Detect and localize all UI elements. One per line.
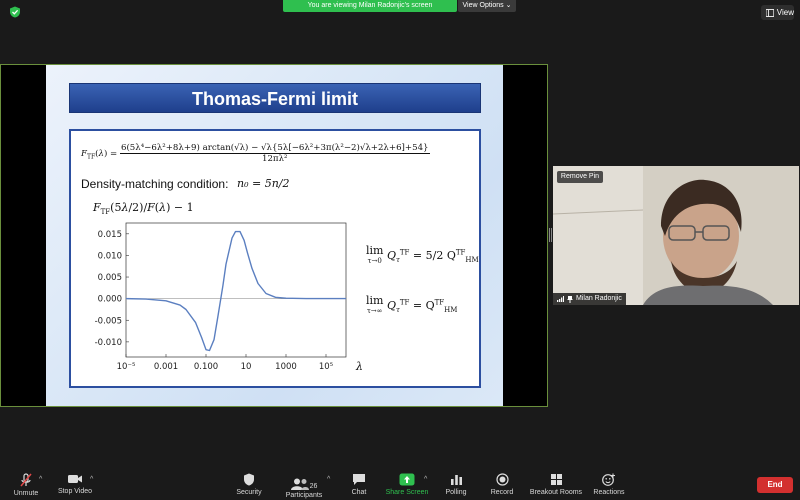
shield-check-icon[interactable] (9, 6, 21, 18)
breakout-rooms-label: Breakout Rooms (529, 489, 583, 496)
screen-share-banner: You are viewing Milan Radonjic's screen (283, 0, 457, 12)
x-tick-label: 10⁵ (319, 362, 333, 372)
video-camera-icon (68, 475, 82, 483)
y-tick-label: 0.010 (98, 251, 122, 261)
participants-caret-icon[interactable]: ^ (327, 476, 330, 483)
stop-video-label: Stop Video (57, 488, 93, 495)
participant-name-tag: Milan Radonjic (553, 293, 626, 305)
x-tick-label: 10 (241, 362, 252, 372)
participants-button[interactable]: 26 Participants (282, 468, 326, 500)
y-tick-label: -0.010 (95, 338, 122, 348)
pin-icon (567, 295, 573, 303)
unmute-label: Unmute (13, 490, 39, 497)
participants-count: 26 (309, 483, 318, 490)
security-button[interactable]: Security (232, 468, 266, 500)
reactions-label: Reactions (593, 489, 625, 496)
polling-label: Polling (445, 489, 467, 496)
security-shield-icon (244, 473, 254, 486)
meeting-toolbar: Unmute ^ Stop Video ^ Security 26 Partic… (0, 468, 800, 500)
breakout-rooms-icon (550, 474, 562, 485)
unmute-button[interactable]: Unmute (8, 468, 44, 500)
x-tick-label: 0.001 (154, 362, 178, 372)
security-label: Security (236, 489, 262, 496)
record-button[interactable]: Record (488, 468, 516, 500)
audio-options-caret-icon[interactable]: ^ (39, 476, 42, 483)
limit-tau-to-infinity: lim τ→∞ QτTF = QTFHM (366, 294, 458, 315)
x-tick-label: 0.100 (194, 362, 218, 372)
limit-tau-to-zero: lim τ→0 QτTF = 5/2 QTFHM (366, 244, 479, 265)
remove-pin-button[interactable]: Remove Pin (557, 171, 603, 183)
x-axis-label: λ (355, 360, 363, 373)
record-icon (495, 473, 509, 486)
signal-bars-icon (557, 296, 564, 302)
slide-title: Thomas-Fermi limit (191, 89, 359, 109)
chat-button[interactable]: Chat (346, 468, 372, 500)
series-line (125, 230, 346, 352)
x-tick-label: 10⁻⁵ (117, 362, 136, 372)
split-view-handle[interactable] (549, 228, 552, 242)
plot-frame (125, 222, 347, 358)
chat-label: Chat (351, 489, 367, 496)
record-label: Record (490, 489, 514, 496)
y-tick-label: -0.005 (95, 316, 122, 326)
polling-button[interactable]: Polling (442, 468, 470, 500)
chevron-down-icon: ⌄ (505, 2, 512, 9)
view-options-label: View Options (462, 2, 504, 9)
share-options-caret-icon[interactable]: ^ (424, 476, 427, 483)
view-options-button[interactable]: View Options ⌄ (458, 0, 516, 12)
slide-title-bar: Thomas-Fermi limit (69, 83, 481, 113)
share-screen-icon (399, 473, 415, 486)
presentation-slide: Thomas-Fermi limit FTF(λ) = 6(5λ⁴−6λ²+8λ… (46, 65, 503, 406)
slide-content-box: FTF(λ) = 6(5λ⁴−6λ²+8λ+9) arctan(√λ) − √λ… (69, 129, 481, 388)
participants-label: Participants (285, 492, 323, 499)
share-screen-label: Share Screen (385, 489, 429, 496)
microphone-muted-icon (20, 473, 32, 487)
participant-name: Milan Radonjic (576, 295, 622, 302)
y-tick-label: 0.015 (98, 230, 122, 240)
video-options-caret-icon[interactable]: ^ (90, 476, 93, 483)
participant-video[interactable]: Remove Pin Milan Radonjic (553, 166, 799, 305)
end-meeting-button[interactable]: End (757, 477, 793, 493)
shared-screen: Thomas-Fermi limit FTF(λ) = 6(5λ⁴−6λ²+8λ… (0, 64, 548, 407)
share-screen-button[interactable]: Share Screen (384, 468, 430, 500)
polling-chart-icon (450, 475, 462, 485)
reactions-button[interactable]: Reactions (592, 468, 626, 500)
view-button[interactable]: View (761, 5, 794, 20)
participant-video-frame (553, 166, 799, 305)
chat-bubble-icon (353, 474, 365, 485)
view-label: View (776, 8, 794, 17)
grid-view-icon (766, 8, 774, 17)
x-tick-label: 1000 (275, 362, 297, 372)
zoom-window: { "top_bar": { "banner_text": "You are v… (0, 0, 800, 500)
stop-video-button[interactable]: Stop Video (54, 468, 96, 500)
breakout-rooms-button[interactable]: Breakout Rooms (528, 468, 584, 500)
smiley-plus-icon (602, 473, 615, 486)
y-tick-label: 0.000 (98, 295, 122, 305)
participants-icon (290, 478, 309, 490)
y-tick-label: 0.005 (98, 273, 122, 283)
